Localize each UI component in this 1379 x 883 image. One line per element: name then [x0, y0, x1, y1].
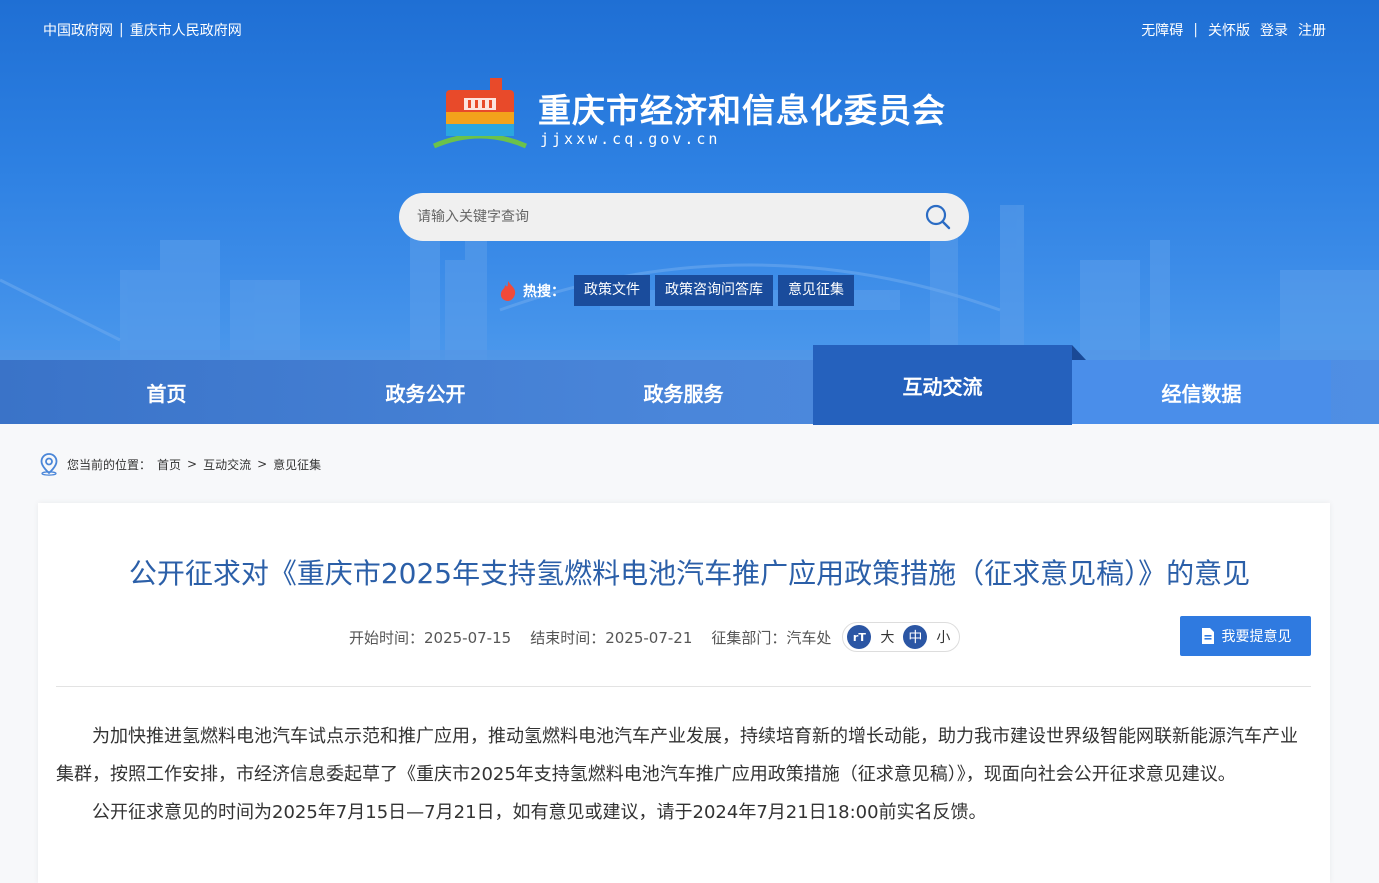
link-login[interactable]: 登录: [1260, 20, 1288, 40]
article-meta: 开始时间：2025-07-15 结束时间：2025-07-21 征集部门：汽车处…: [349, 622, 961, 652]
submit-opinion-button[interactable]: 我要提意见: [1180, 616, 1311, 656]
breadcrumb-interaction[interactable]: 互动交流: [203, 456, 251, 473]
article-body: 为加快推进氢燃料电池汽车试点示范和推广应用，推动氢燃料电池汽车产业发展，持续培育…: [56, 718, 1312, 832]
article-paragraph: 公开征求意见的时间为2025年7月15日—7月21日，如有意见或建议，请于202…: [92, 802, 987, 823]
search-box: [399, 193, 969, 241]
topbar-right-links: 无障碍 | 关怀版 登录 注册: [1141, 20, 1326, 40]
font-size-large[interactable]: 大: [875, 625, 899, 649]
logo-emblem-icon[interactable]: [430, 76, 530, 152]
nav-gov-services[interactable]: 政务服务: [554, 360, 813, 424]
flame-icon: [500, 280, 516, 301]
nav-economic-data[interactable]: 经信数据: [1072, 360, 1331, 424]
breadcrumb-separator: >: [257, 457, 268, 471]
separator: |: [1193, 22, 1198, 38]
link-chongqing-gov[interactable]: 重庆市人民政府网: [130, 20, 242, 40]
font-size-medium[interactable]: 中: [903, 625, 928, 649]
breadcrumb-label: 您当前的位置：: [67, 457, 152, 472]
search-input[interactable]: [417, 209, 925, 225]
hot-tag-opinion-collection[interactable]: 意见征集: [778, 275, 854, 306]
header-banner: 中国政府网 | 重庆市人民政府网 无障碍 | 关怀版 登录 注册 重庆市经济和信…: [0, 0, 1379, 360]
article-paragraph: 为加快推进氢燃料电池汽车试点示范和推广应用，推动氢燃料电池汽车产业发展，持续培育…: [56, 726, 1298, 785]
link-accessibility[interactable]: 无障碍: [1141, 20, 1183, 40]
meta-end-time: 结束时间：2025-07-21: [530, 628, 693, 647]
document-edit-icon: [1201, 628, 1214, 644]
site-title[interactable]: 重庆市经济和信息化委员会: [538, 84, 946, 132]
link-china-gov[interactable]: 中国政府网: [43, 20, 113, 40]
link-register[interactable]: 注册: [1298, 20, 1326, 40]
article-title: 公开征求对《重庆市2025年支持氢燃料电池汽车推广应用政策措施（征求意见稿）》的…: [128, 557, 1251, 590]
breadcrumb-separator: >: [187, 457, 198, 471]
breadcrumb-opinion-collection[interactable]: 意见征集: [273, 456, 321, 473]
separator: |: [119, 22, 124, 38]
link-care-version[interactable]: 关怀版: [1208, 20, 1250, 40]
hot-tag-policy-docs[interactable]: 政策文件: [574, 275, 650, 306]
topbar-left-links: 中国政府网 | 重庆市人民政府网: [43, 20, 242, 40]
nav-interaction[interactable]: 互动交流: [813, 345, 1086, 425]
search-button[interactable]: [925, 204, 951, 230]
submit-opinion-label: 我要提意见: [1221, 629, 1292, 645]
hot-tag-policy-qa[interactable]: 政策咨询问答库: [655, 275, 773, 306]
site-domain: jjxxw.cq.gov.cn: [540, 130, 721, 148]
hot-search-label: 热搜：: [523, 283, 565, 300]
nav-gov-affairs-public[interactable]: 政务公开: [296, 360, 555, 424]
breadcrumb-home[interactable]: 首页: [157, 456, 181, 473]
hot-search-bar: 热搜： 政策文件 政策咨询问答库 意见征集: [498, 275, 854, 306]
main-nav: 首页 政务公开 政务服务 互动交流 经信数据: [0, 345, 1379, 425]
search-icon: [925, 204, 951, 230]
font-size-switcher: rT 大 中 小: [842, 622, 961, 652]
location-pin-icon: [40, 453, 58, 476]
font-size-icon: rT: [847, 625, 872, 649]
nav-home[interactable]: 首页: [37, 360, 296, 424]
divider: [56, 686, 1311, 687]
meta-department: 征集部门：汽车处: [711, 628, 832, 647]
meta-start-time: 开始时间：2025-07-15: [349, 628, 512, 647]
breadcrumb: 您当前的位置： 首页 > 互动交流 > 意见征集: [37, 452, 321, 476]
font-size-small[interactable]: 小: [931, 625, 955, 649]
